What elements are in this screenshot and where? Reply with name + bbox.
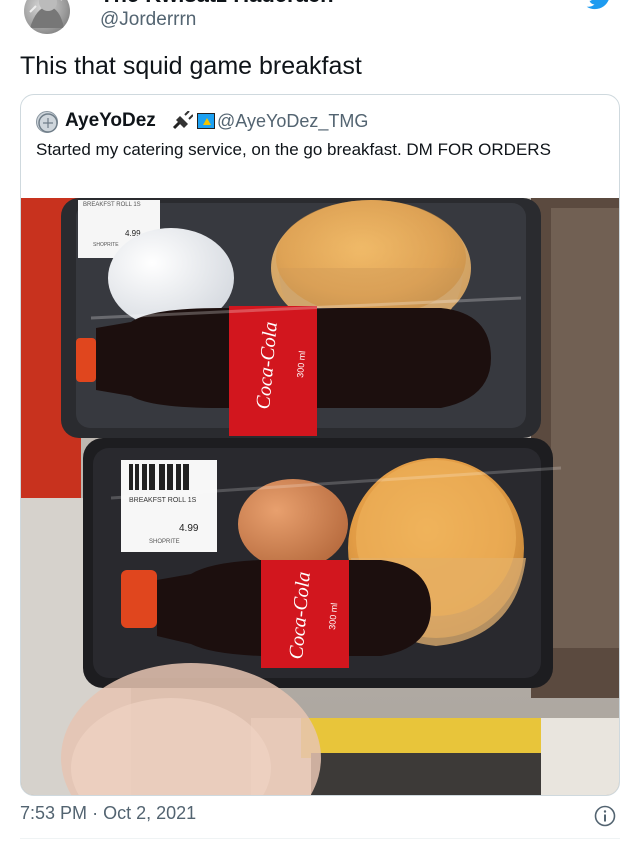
quoted-avatar[interactable]	[36, 111, 58, 133]
tweet-timestamp[interactable]: 7:53 PM · Oct 2, 2021	[20, 803, 196, 824]
divider	[20, 838, 620, 839]
quoted-name-emojis	[171, 111, 215, 131]
quoted-handle[interactable]: @AyeYoDez_TMG	[217, 111, 368, 132]
quoted-avatar-image	[38, 113, 58, 133]
avatar-image	[29, 0, 64, 28]
author-display-name[interactable]: The Kwisatz Haderach	[100, 0, 334, 8]
price-label-bottom: BREAKFST ROLL 1S 4.99 SHOPRITE	[121, 460, 217, 552]
twitter-bird-icon[interactable]	[586, 0, 614, 10]
label-top-line1: BREAKFST ROLL 1S	[83, 202, 141, 208]
tweet-photo[interactable]: BREAKFST ROLL 1S 4.99 SHOPRITE Coca-Cola…	[21, 198, 619, 795]
info-icon[interactable]	[594, 805, 616, 827]
timestamp-separator: ·	[92, 803, 99, 823]
label-bottom-store: SHOPRITE	[149, 539, 180, 545]
quoted-tweet-text: Started my catering service, on the go b…	[36, 140, 551, 159]
label-bottom-price: 4.99	[179, 523, 199, 534]
tweet-text: This that squid game breakfast	[20, 52, 362, 80]
flag-icon	[197, 113, 215, 129]
breakfast-packs-image: BREAKFST ROLL 1S 4.99 SHOPRITE Coca-Cola…	[21, 198, 619, 795]
plug-emoji-icon	[172, 111, 193, 130]
quoted-display-name[interactable]: AyeYoDez	[65, 110, 156, 132]
tweet-time[interactable]: 7:53 PM	[20, 803, 87, 823]
tweet-author[interactable]: The Kwisatz Haderach @Jorderrrn	[20, 0, 620, 38]
tweet-date[interactable]: Oct 2, 2021	[103, 803, 196, 823]
avatar[interactable]	[24, 0, 70, 34]
label-top-store: SHOPRITE	[93, 242, 119, 248]
quoted-tweet-card[interactable]: AyeYoDez @AyeYoDez_TMG Started my cateri…	[20, 94, 620, 796]
author-handle[interactable]: @Jorderrrn	[100, 9, 196, 31]
label-bottom-line1: BREAKFST ROLL 1S	[129, 497, 197, 504]
